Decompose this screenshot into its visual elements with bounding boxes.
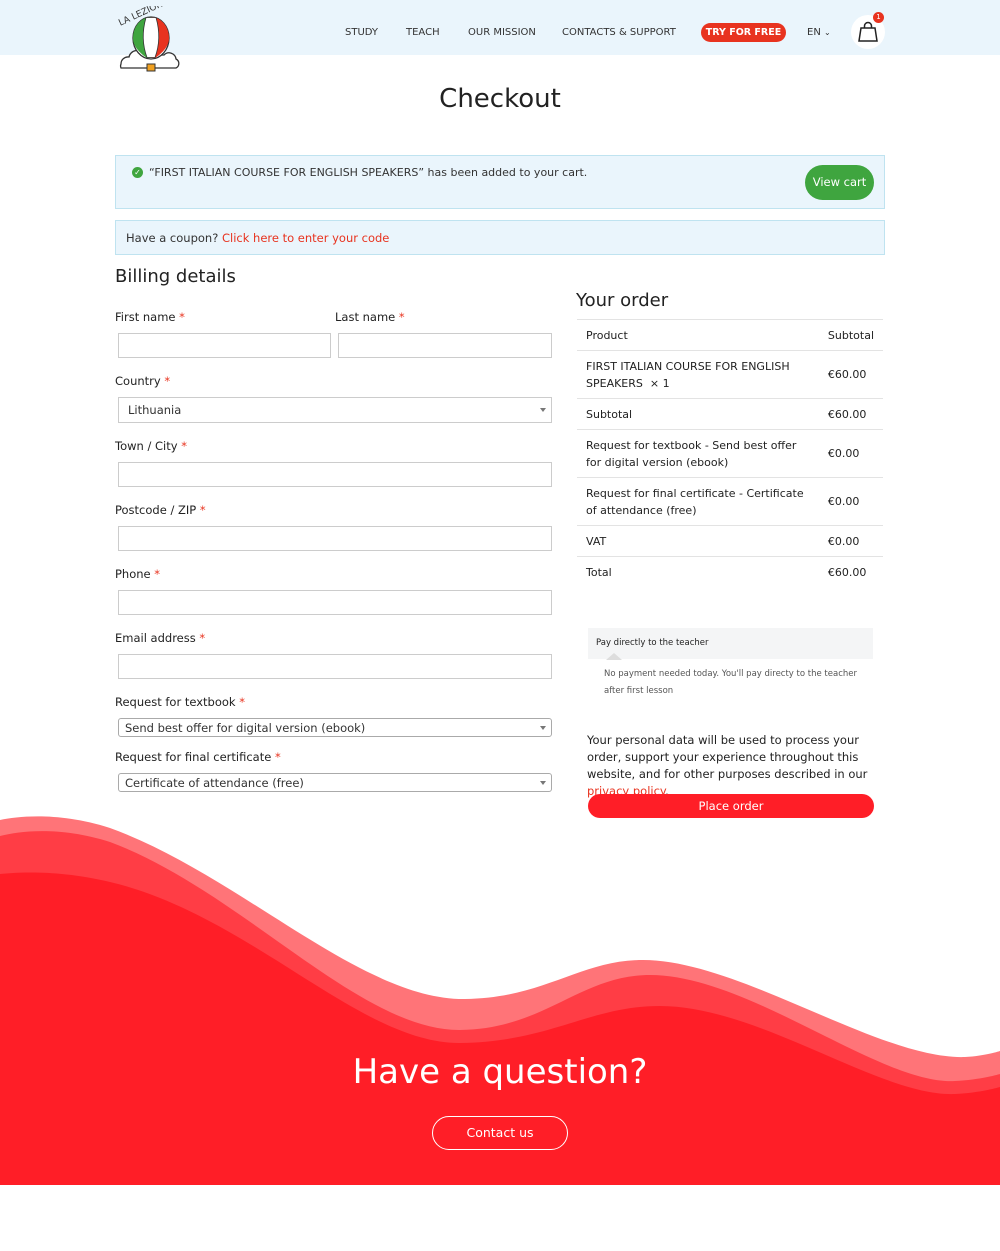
row-value: €0.00 bbox=[819, 525, 883, 557]
country-value: Lithuania bbox=[128, 403, 182, 417]
row-value: €60.00 bbox=[819, 398, 883, 430]
table-row: Subtotal €60.00 bbox=[577, 398, 883, 430]
row-value: €0.00 bbox=[819, 429, 883, 478]
email-input[interactable] bbox=[118, 654, 552, 679]
page-title: Checkout bbox=[439, 84, 561, 114]
certificate-value: Certificate of attendance (free) bbox=[125, 776, 304, 790]
row-label: Total bbox=[577, 556, 820, 588]
country-label: Country * bbox=[115, 374, 171, 388]
product-price: €60.00 bbox=[819, 350, 883, 399]
textbook-select[interactable]: Send best offer for digital version (ebo… bbox=[118, 718, 552, 737]
contact-us-button[interactable]: Contact us bbox=[432, 1116, 568, 1150]
row-label: Subtotal bbox=[577, 398, 820, 430]
row-label: VAT bbox=[577, 525, 820, 557]
product-name: FIRST ITALIAN COURSE FOR ENGLISH SPEAKER… bbox=[586, 359, 790, 390]
privacy-notice: Your personal data will be used to proce… bbox=[587, 733, 868, 798]
first-name-input[interactable] bbox=[118, 333, 331, 358]
subtotal-header: Subtotal bbox=[819, 319, 883, 351]
cart-notice: ✓ “FIRST ITALIAN COURSE FOR ENGLISH SPEA… bbox=[115, 155, 885, 209]
row-label: Request for textbook - Send best offer f… bbox=[577, 429, 820, 478]
phone-input[interactable] bbox=[118, 590, 552, 615]
nav-teach[interactable]: TEACH bbox=[406, 27, 440, 38]
country-select[interactable]: Lithuania bbox=[118, 397, 552, 423]
table-row: Request for textbook - Send best offer f… bbox=[577, 429, 883, 478]
table-row: FIRST ITALIAN COURSE FOR ENGLISH SPEAKER… bbox=[577, 350, 883, 399]
product-qty: × 1 bbox=[649, 376, 670, 390]
table-header-row: Product Subtotal bbox=[577, 319, 883, 351]
row-value: €0.00 bbox=[819, 477, 883, 526]
postcode-label: Postcode / ZIP * bbox=[115, 503, 206, 517]
payment-method-option[interactable]: Pay directly to the teacher bbox=[588, 628, 873, 659]
cart-count-badge: 1 bbox=[873, 12, 884, 23]
check-circle-icon: ✓ bbox=[132, 167, 143, 178]
phone-label: Phone * bbox=[115, 567, 161, 581]
nav-our-mission[interactable]: OUR MISSION bbox=[468, 27, 536, 38]
nav-study[interactable]: STUDY bbox=[345, 27, 378, 38]
certificate-select[interactable]: Certificate of attendance (free) bbox=[118, 773, 552, 792]
textbook-label: Request for textbook * bbox=[115, 695, 245, 709]
chevron-down-icon: ⌄ bbox=[824, 28, 831, 37]
postcode-input[interactable] bbox=[118, 526, 552, 551]
last-name-label: Last name * bbox=[335, 310, 405, 324]
view-cart-button[interactable]: View cart bbox=[805, 165, 874, 200]
coupon-text: Have a coupon? bbox=[126, 231, 219, 245]
table-row: VAT €0.00 bbox=[577, 525, 883, 557]
dropdown-arrow-icon bbox=[540, 725, 546, 730]
table-row: Request for final certificate - Certific… bbox=[577, 477, 883, 526]
logo[interactable]: LA LEZIONE bbox=[113, 0, 183, 76]
textbook-value: Send best offer for digital version (ebo… bbox=[125, 721, 366, 735]
row-value: €60.00 bbox=[819, 556, 883, 588]
dropdown-arrow-icon bbox=[540, 408, 546, 412]
payment-description: No payment needed today. You'll pay dire… bbox=[604, 669, 857, 696]
product-header: Product bbox=[577, 319, 820, 351]
try-for-free-button[interactable]: TRY FOR FREE bbox=[701, 23, 786, 42]
order-table: Product Subtotal FIRST ITALIAN COURSE FOR… bbox=[577, 319, 883, 588]
nav-contacts-support[interactable]: CONTACTS & SUPPORT bbox=[562, 27, 676, 38]
language-selector[interactable]: EN ⌄ bbox=[807, 27, 831, 38]
email-label: Email address * bbox=[115, 631, 206, 645]
certificate-label: Request for final certificate * bbox=[115, 750, 281, 764]
coupon-link[interactable]: Click here to enter your code bbox=[222, 231, 389, 245]
dropdown-arrow-icon bbox=[540, 780, 546, 785]
notice-message: “FIRST ITALIAN COURSE FOR ENGLISH SPEAKE… bbox=[149, 166, 588, 179]
footer-question: Have a question? bbox=[352, 1052, 648, 1092]
billing-title: Billing details bbox=[115, 266, 236, 287]
language-label: EN bbox=[807, 27, 821, 38]
order-title: Your order bbox=[576, 290, 669, 311]
caret-up-icon bbox=[606, 653, 622, 660]
row-label: Request for final certificate - Certific… bbox=[577, 477, 820, 526]
table-row: Total €60.00 bbox=[577, 556, 883, 588]
town-input[interactable] bbox=[118, 462, 552, 487]
first-name-label: First name * bbox=[115, 310, 185, 324]
last-name-input[interactable] bbox=[338, 333, 552, 358]
town-label: Town / City * bbox=[115, 439, 187, 453]
coupon-notice: Have a coupon? Click here to enter your … bbox=[115, 220, 885, 255]
